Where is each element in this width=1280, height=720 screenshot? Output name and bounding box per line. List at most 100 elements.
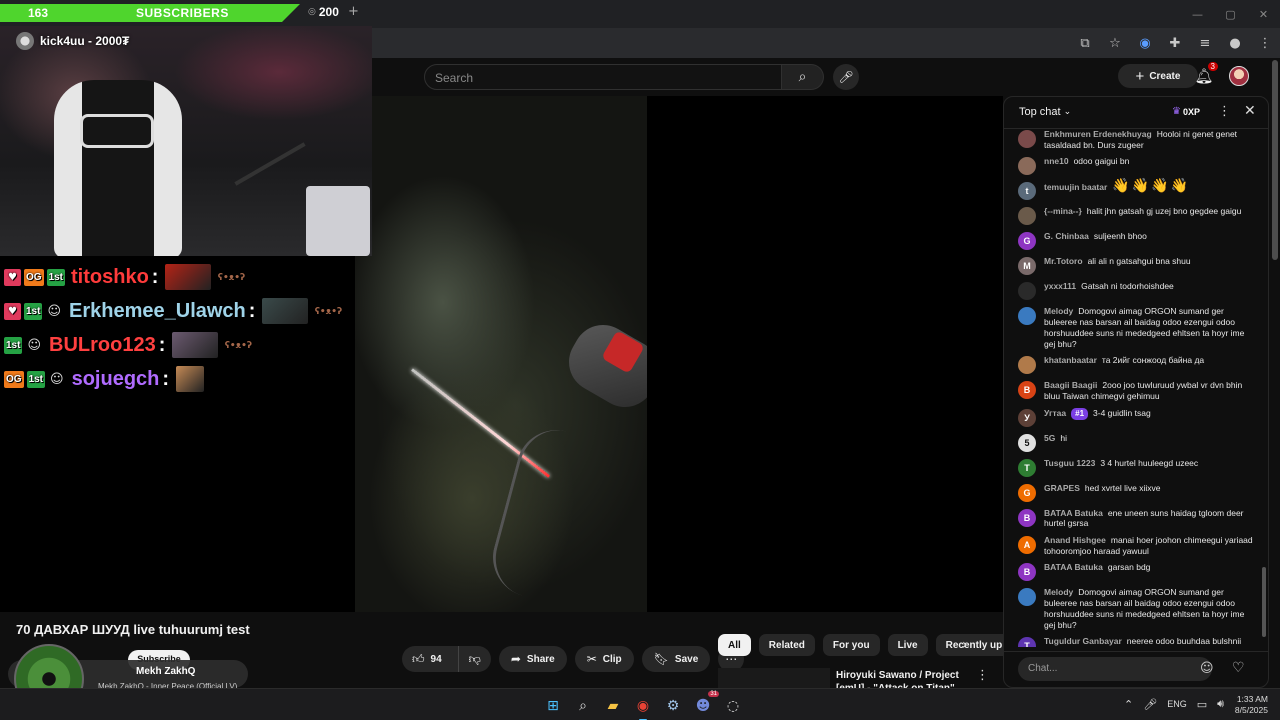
heart-icon[interactable]: ♡ [1232,660,1245,676]
taskbar-search-icon[interactable]: ⌕ [572,695,594,717]
chat-scrollbar[interactable] [1262,567,1266,637]
filter-chip[interactable]: Recently up [935,634,1013,656]
emote-image [165,264,212,290]
chat-avatar[interactable]: B [1018,563,1036,582]
chat-avatar[interactable]: G [1018,483,1036,502]
chat-author[interactable]: Anand Hishgee [1044,535,1106,545]
filter-chip[interactable]: Live [887,634,928,656]
dislike-button[interactable]: 👎︎ [457,646,491,672]
clip-button[interactable]: ✂ Clip [574,646,634,672]
share-button[interactable]: ➦ Share [498,646,567,672]
chat-avatar[interactable] [1018,307,1036,326]
chat-messages[interactable]: Enkhmuren Erdenekhuyag Hooloi ni genet ge… [1004,129,1262,647]
chat-message-body: nne10 odoo gaigui bn [1044,156,1129,175]
chat-avatar[interactable]: A [1018,536,1036,555]
chat-author[interactable]: temuujin baatar [1044,182,1107,192]
chat-avatar[interactable]: M [1018,257,1036,276]
chat-avatar[interactable] [1018,356,1036,375]
chat-avatar[interactable]: T [1018,458,1036,477]
chat-avatar[interactable]: T [1018,637,1036,647]
display-icon[interactable]: ▭ [1197,698,1207,711]
chat-avatar[interactable] [1018,130,1036,148]
chat-avatar[interactable]: G [1018,232,1036,251]
steam-icon[interactable]: ⚙ [662,695,684,717]
file-explorer-icon[interactable]: ▰ [602,695,624,717]
chat-author[interactable]: Tusguu 1223 [1044,458,1095,468]
chat-author[interactable]: BATAA Batuka [1044,562,1103,572]
1st-badge: 1st [26,370,46,388]
install-app-icon[interactable]: ⧉ [1076,34,1094,52]
search-button[interactable]: ⌕ [782,64,824,90]
notifications-button[interactable]: 🔔︎ 3 [1192,62,1218,87]
language-indicator[interactable]: ENG [1167,699,1187,709]
chat-avatar[interactable]: 5 [1018,433,1036,452]
create-button[interactable]: + Create [1118,64,1198,88]
chat-author[interactable]: khatanbaatar [1044,355,1097,365]
emoji-picker-icon[interactable]: ☺ [1200,661,1214,676]
chat-input[interactable]: Chat... [1018,657,1212,681]
profile-icon[interactable]: ● [1226,34,1244,52]
filter-chip[interactable]: For you [822,634,880,656]
chat-avatar[interactable]: B [1018,381,1036,400]
address-bar[interactable]: ⧉ ☆ ◉ ✚ ≡ ● ⋮ [372,28,1280,58]
chat-author[interactable]: Melody [1044,587,1073,597]
chat-avatar[interactable] [1018,157,1036,176]
chat-message: A Anand Hishgee manai hoer joohon chimeegu… [1004,535,1262,556]
clock[interactable]: 1:33 AM 8/5/2025 [1230,694,1268,716]
browser-menu-icon[interactable]: ⋮ [1256,34,1274,52]
chat-author[interactable]: GRAPES [1044,483,1080,493]
recommendation-more-icon[interactable]: ⋮ [976,668,989,683]
maximize-icon[interactable]: ▢ [1214,0,1247,28]
chat-author[interactable]: BATAA Batuka [1044,508,1103,518]
chat-avatar[interactable]: B [1018,508,1036,527]
tray-overflow-icon[interactable]: ⌃ [1124,698,1133,711]
chat-close-icon[interactable]: ✕ [1244,103,1256,119]
chat-text: Domogovi aimag ORGON sumand ger buleeree… [1044,587,1245,630]
xp-badge[interactable]: ♛ 0XP [1172,106,1200,117]
chat-author[interactable]: Tuguldur Ganbayar [1044,636,1122,646]
volume-icon[interactable]: 🔊︎ [1217,697,1224,711]
search-input[interactable]: Search [424,64,782,90]
chat-avatar[interactable] [1018,207,1036,226]
recorder-icon[interactable]: ◌ [722,695,744,717]
chat-avatar[interactable] [1018,282,1036,301]
extension-audio-icon[interactable]: ◉ [1136,34,1154,52]
windows-start-icon[interactable]: ⊞ [542,695,564,717]
discord-icon[interactable]: ☻ 31 [692,691,719,717]
chat-author[interactable]: yxxx111 [1044,281,1076,291]
page-scrollbar[interactable] [1272,60,1278,260]
chat-avatar[interactable]: У [1018,408,1036,427]
reading-list-icon[interactable]: ≡ [1196,34,1214,52]
chat-author[interactable]: nne10 [1044,156,1069,166]
extensions-puzzle-icon[interactable]: ✚ [1166,34,1184,52]
chat-author[interactable]: G. Chinbaa [1044,231,1089,241]
chat-avatar[interactable]: t [1018,182,1036,201]
account-avatar[interactable] [1229,66,1249,86]
chat-message: Enkhmuren Erdenekhuyag Hooloi ni genet ge… [1004,129,1262,150]
chat-author[interactable]: Melody [1044,306,1073,316]
bookmark-star-icon[interactable]: ☆ [1106,34,1124,52]
emote-image [172,332,219,358]
save-label: Save [674,653,699,665]
chat-mode-selector[interactable]: Top chat ⌄ [1019,106,1071,118]
chat-author[interactable]: 5G [1044,433,1055,443]
tray-mic-icon[interactable]: 🎤︎ [1143,698,1157,711]
close-window-icon[interactable]: ✕ [1247,0,1280,28]
filter-chip[interactable]: All [718,634,751,656]
minimize-icon[interactable]: — [1181,0,1214,28]
like-button[interactable]: 👍︎ 94 [402,646,452,672]
clip-label: Clip [602,653,622,665]
voice-search-button[interactable]: 🎤︎ [833,64,859,90]
chat-more-icon[interactable]: ⋮ [1218,104,1231,119]
chat-author[interactable]: Угтаа [1044,408,1066,418]
chat-avatar[interactable] [1018,588,1036,607]
chevron-right-icon[interactable]: › [962,637,968,653]
chat-author[interactable]: Baagii Baagii [1044,380,1097,390]
chat-author[interactable]: Mr.Totoro [1044,256,1083,266]
chat-author[interactable]: {--mina--} [1044,206,1082,216]
chat-author[interactable]: Enkhmuren Erdenekhuyag [1044,129,1152,139]
chrome-icon[interactable]: ◉ [632,695,654,720]
filter-chip[interactable]: Related [758,634,815,656]
overlay-chat: ♥ OG 1st titoshko: ʕ•ᴥ•ʔ ♥ 1st ☺ Erkhemee_Ulawch… [4,260,354,396]
save-button[interactable]: 🔖︎ Save [641,646,711,672]
